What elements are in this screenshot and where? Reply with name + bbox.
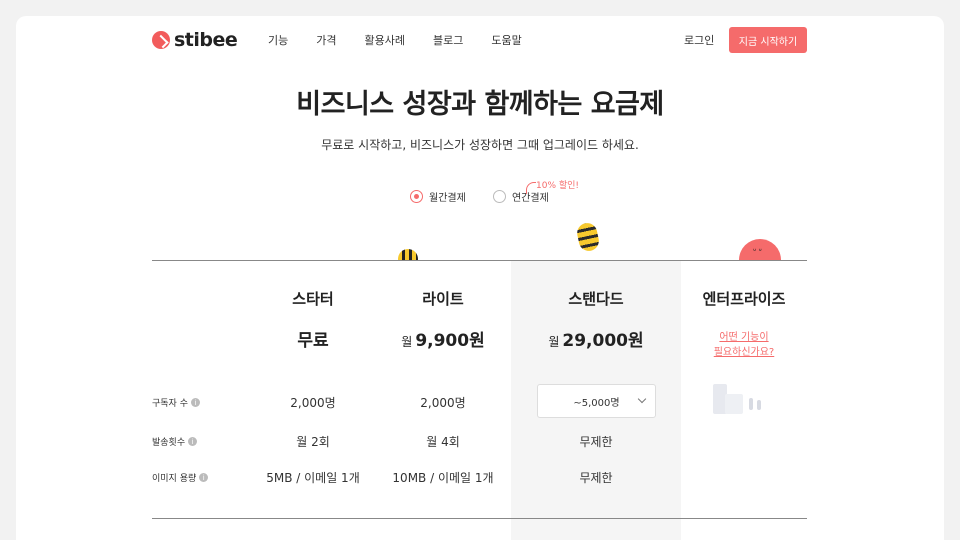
smile-mascot-icon: ᐡ ᐡ	[739, 239, 781, 261]
enterprise-building-icon	[713, 384, 769, 416]
lite-image-storage: 10MB / 이메일 1개	[392, 471, 494, 485]
nav-features[interactable]: 기능	[268, 32, 288, 48]
billing-yearly-option[interactable]: 연간결제	[493, 189, 549, 204]
starter-subscribers: 2,000명	[290, 396, 336, 410]
bee-mascot-small-icon	[394, 247, 420, 261]
enterprise-inquiry-link[interactable]: 어떤 기능이 필요하신가요?	[681, 330, 807, 360]
nav-help[interactable]: 도움말	[491, 32, 521, 48]
lite-price-prefix: 월	[401, 335, 413, 349]
table-bottom-divider	[152, 518, 807, 519]
starter-image-storage: 5MB / 이메일 1개	[266, 471, 360, 485]
table-top-divider	[152, 260, 807, 261]
starter-price-value: 무료	[297, 331, 329, 351]
pricing-page: stibee 기능 가격 활용사례 블로그 도움말 로그인 지금 시작하기 비즈…	[16, 16, 944, 540]
subscribers-label: 구독자 수	[152, 399, 188, 409]
plan-starter-name: 스타터	[292, 290, 334, 308]
lite-price-value: 9,900원	[415, 331, 485, 351]
standard-subscribers-select[interactable]: ~5,000명	[537, 384, 656, 418]
logo-mark-icon	[152, 31, 170, 49]
lite-subscribers: 2,000명	[420, 396, 466, 410]
image-storage-label: 이미지 용량	[152, 474, 197, 484]
info-icon[interactable]: i	[188, 437, 198, 446]
plan-lite-name: 라이트	[422, 290, 464, 308]
nav-use-cases[interactable]: 활용사례	[365, 32, 405, 48]
standard-price-prefix: 월	[548, 335, 560, 349]
main-nav: 기능 가격 활용사례 블로그 도움말	[268, 32, 550, 48]
standard-price-value: 29,000원	[562, 331, 644, 351]
chevron-down-icon	[637, 394, 647, 404]
standard-subscribers-value: ~5,000명	[573, 397, 620, 409]
info-icon[interactable]: i	[199, 473, 209, 482]
logo-text: stibee	[174, 29, 238, 51]
discount-badge: 10% 할인!	[536, 181, 580, 191]
plan-standard-price: 월 29,000원	[521, 326, 671, 351]
start-now-button[interactable]: 지금 시작하기	[729, 27, 807, 53]
plan-starter-price: 무료	[238, 326, 388, 351]
discount-arrow-icon	[526, 182, 536, 194]
starter-sends: 월 2회	[296, 435, 330, 449]
nav-pricing[interactable]: 가격	[316, 32, 336, 48]
plan-enterprise-name: 엔터프라이즈	[702, 290, 786, 308]
stibee-logo[interactable]: stibee	[152, 29, 238, 51]
login-link[interactable]: 로그인	[684, 32, 714, 48]
yearly-radio[interactable]	[493, 190, 506, 203]
enterprise-link-line1: 어떤 기능이	[719, 332, 769, 343]
standard-image-storage: 무제한	[579, 471, 613, 485]
lite-sends: 월 4회	[426, 435, 460, 449]
nav-blog[interactable]: 블로그	[433, 32, 463, 48]
sends-label: 발송횟수	[152, 438, 186, 448]
info-icon[interactable]: i	[190, 398, 200, 407]
plan-standard-name: 스탠다드	[568, 290, 624, 308]
row-label-sends: 발송횟수 i	[152, 435, 198, 448]
bee-mascot-icon	[575, 219, 601, 255]
billing-monthly-option[interactable]: 월간결제	[410, 189, 466, 204]
page-subtitle: 무료로 시작하고, 비즈니스가 성장하면 그때 업그레이드 하세요.	[321, 138, 639, 152]
row-label-subscribers: 구독자 수 i	[152, 396, 200, 409]
row-label-image-storage: 이미지 용량 i	[152, 471, 209, 484]
monthly-label: 월간결제	[429, 193, 466, 204]
standard-sends: 무제한	[579, 435, 613, 449]
page-title: 비즈니스 성장과 함께하는 요금제	[296, 89, 664, 120]
enterprise-link-line2: 필요하신가요?	[713, 347, 775, 358]
plan-lite-price: 월 9,900원	[368, 326, 518, 351]
monthly-radio[interactable]	[410, 190, 423, 203]
